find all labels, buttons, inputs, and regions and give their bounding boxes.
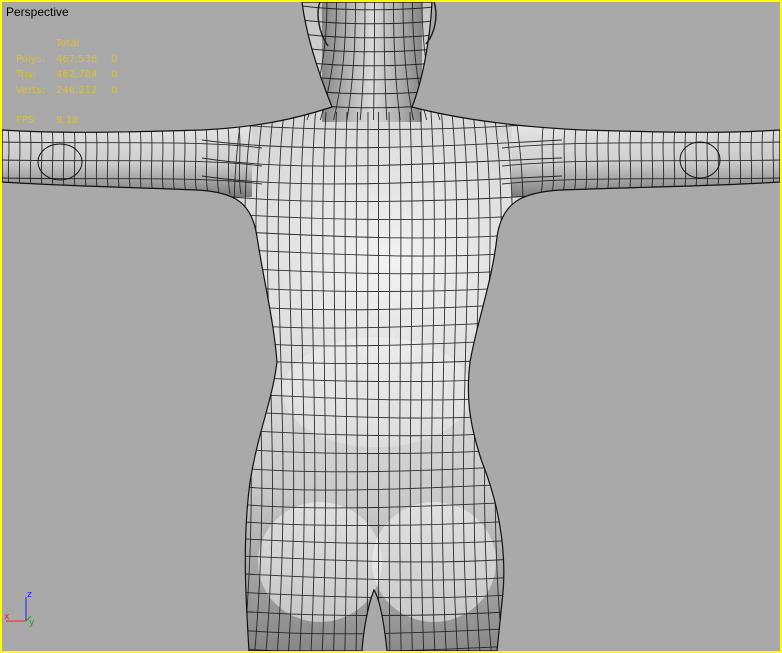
stats-row-fps: FPS: 9.18: [16, 115, 79, 126]
axis-tripod-icon: z x y: [4, 590, 35, 628]
stats-row-polys: Polys: 467,538 0: [16, 53, 118, 65]
axis-x-label: x: [4, 612, 10, 622]
statistics-overlay: Total Polys: 467,538 0 Tris: 462,784 0 V…: [16, 36, 131, 129]
perspective-viewport[interactable]: Perspective Total Polys: 467,538 0 Tris:…: [0, 0, 782, 653]
viewport-label[interactable]: Perspective: [6, 5, 69, 19]
stats-row-verts: Verts: 246,212 0: [16, 84, 118, 96]
axis-y-label: y: [29, 618, 35, 628]
stats-row-tris: Tris: 462,784 0: [16, 69, 118, 80]
axis-z-label: z: [27, 590, 32, 600]
stats-header: Total: [56, 38, 80, 49]
